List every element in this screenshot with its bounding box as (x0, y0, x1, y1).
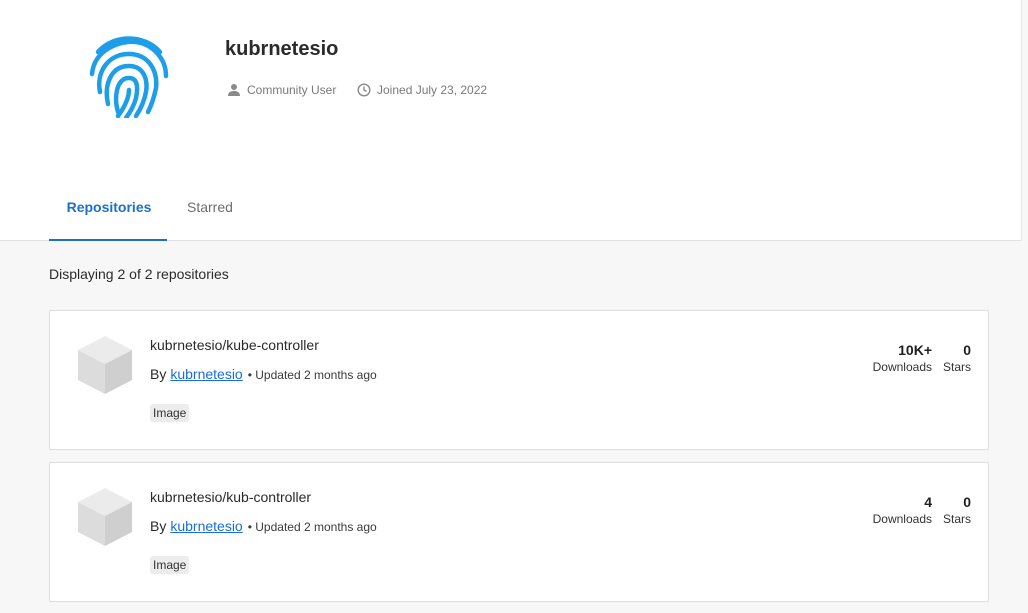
joined-date: Joined July 23, 2022 (357, 83, 487, 97)
repository-name[interactable]: kubrnetesio/kub-controller (150, 489, 311, 505)
fingerprint-icon (89, 36, 169, 118)
owner-link[interactable]: kubrnetesio (170, 518, 242, 534)
stars-label: Stars (942, 360, 971, 374)
repository-count: Displaying 2 of 2 repositories (49, 266, 229, 282)
downloads-count: 10K+ (898, 342, 932, 358)
repository-owner-line: By kubrnetesio • Updated 2 months ago (150, 518, 377, 534)
image-badge: Image (150, 404, 190, 422)
repository-card[interactable]: kubrnetesio/kub-controller By kubrnetesi… (49, 462, 989, 602)
user-type: Community User (227, 83, 336, 97)
stars-stat: 0 Stars (943, 342, 971, 374)
repository-card[interactable]: kubrnetesio/kube-controller By kubrnetes… (49, 310, 989, 450)
profile-header: kubrnetesio Community User Joined July 2… (0, 0, 1022, 241)
downloads-count: 4 (924, 494, 932, 510)
tab-repositories[interactable]: Repositories (49, 199, 167, 241)
downloads-label: Downloads (872, 360, 932, 374)
updated-text: • Updated 2 months ago (247, 368, 377, 382)
downloads-label: Downloads (872, 512, 932, 526)
downloads-stat: 4 Downloads (873, 494, 932, 526)
image-badge: Image (150, 556, 190, 574)
repository-owner-line: By kubrnetesio • Updated 2 months ago (150, 366, 377, 382)
updated-text: • Updated 2 months ago (247, 520, 377, 534)
joined-label: Joined July 23, 2022 (377, 83, 488, 97)
stars-stat: 0 Stars (943, 494, 971, 526)
owner-link[interactable]: kubrnetesio (170, 366, 242, 382)
user-type-label: Community User (247, 83, 337, 97)
clock-icon (357, 83, 371, 97)
downloads-stat: 10K+ Downloads (873, 342, 932, 374)
by-prefix: By (150, 518, 167, 534)
stars-count: 0 (963, 342, 971, 358)
cube-icon (78, 488, 132, 546)
stars-label: Stars (942, 512, 971, 526)
cube-icon (78, 336, 132, 394)
repository-name[interactable]: kubrnetesio/kube-controller (150, 337, 319, 353)
person-icon (228, 84, 240, 96)
by-prefix: By (150, 366, 167, 382)
stars-count: 0 (963, 494, 971, 510)
profile-username: kubrnetesio (225, 38, 339, 60)
tab-starred[interactable]: Starred (187, 199, 233, 215)
